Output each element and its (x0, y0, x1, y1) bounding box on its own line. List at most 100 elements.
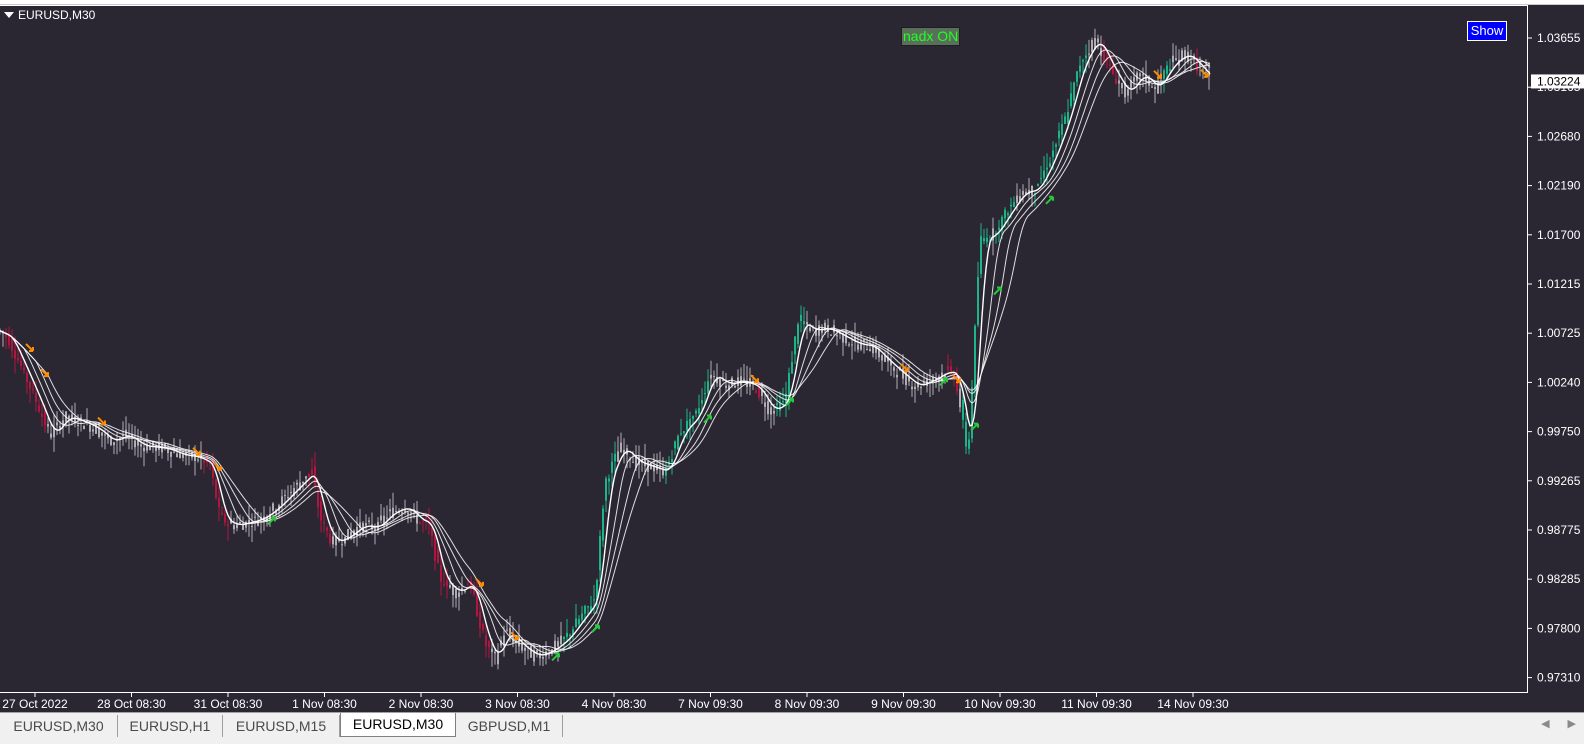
time-tick-label: 8 Nov 09:30 (775, 697, 840, 711)
candle-body (98, 427, 100, 438)
candle-body (605, 478, 607, 501)
candle-body (38, 405, 40, 412)
tab-eurusd-h1[interactable]: EURUSD,H1 (118, 715, 223, 737)
tab-gbpusd-m1[interactable]: GBPUSD,M1 (456, 715, 563, 737)
candle-body (203, 460, 205, 463)
candle-body (695, 410, 697, 414)
candle-body (800, 314, 802, 322)
dropdown-triangle-icon[interactable] (4, 12, 14, 18)
candle-body (134, 440, 136, 448)
tab-eurusd-m30-1[interactable]: EURUSD,M30 (0, 715, 118, 737)
candle-body (281, 496, 283, 506)
chart-symbol-title[interactable]: EURUSD,M30 (4, 8, 95, 22)
candle-body (830, 334, 832, 336)
candle-body (506, 629, 508, 631)
candle-body (1013, 202, 1015, 208)
candle-body (1061, 124, 1063, 135)
candle-body (968, 439, 970, 449)
chart-canvas: 1.036551.031651.026801.021901.017001.012… (0, 28, 1584, 711)
candle-body (962, 400, 964, 420)
candle-body (215, 479, 217, 498)
candle-body (902, 368, 904, 379)
candle-body (20, 360, 22, 366)
candle-body (836, 335, 838, 337)
show-button[interactable]: Show (1467, 21, 1507, 41)
time-tick-label: 27 Oct 2022 (2, 697, 68, 711)
candle-body (221, 512, 223, 515)
up-arrow-icon (703, 414, 712, 424)
candle-body (911, 386, 913, 390)
candle-body (701, 399, 703, 404)
candle-body (680, 433, 682, 435)
candle-body (1052, 150, 1054, 158)
candle-body (671, 459, 673, 463)
time-tick-label: 1 Nov 08:30 (292, 697, 357, 711)
candle-body (770, 407, 772, 415)
candle-body (986, 237, 988, 243)
candle-body (773, 410, 775, 414)
tab-eurusd-m15[interactable]: EURUSD,M15 (223, 715, 340, 737)
candle-body (725, 385, 727, 388)
candle-body (44, 410, 46, 426)
candle-body (449, 585, 451, 588)
signal-arrows (25, 69, 1209, 662)
time-tick-label: 3 Nov 08:30 (485, 697, 550, 711)
candle-body (32, 389, 34, 391)
candle-body (677, 435, 679, 450)
time-tick-label: 4 Nov 08:30 (582, 697, 647, 711)
candle-body (683, 431, 685, 434)
candle-body (1007, 213, 1009, 216)
candle-body (182, 454, 184, 458)
candle-body (227, 524, 229, 527)
price-tick-label: 1.03655 (1537, 31, 1581, 45)
candle-body (56, 422, 58, 426)
candle-body (233, 525, 235, 530)
scroll-left-icon[interactable]: ◀ (1541, 717, 1549, 730)
candle-body (1085, 55, 1087, 58)
candle-body (797, 324, 799, 345)
candle-body (1109, 64, 1111, 66)
candle-body (734, 385, 736, 388)
candle-body (101, 432, 103, 436)
candle-body (980, 236, 982, 274)
candle-body (578, 618, 580, 625)
candle-body (14, 350, 16, 359)
candle-body (599, 536, 601, 571)
ma-line-24 (0, 61, 1211, 650)
candle-body (23, 367, 25, 371)
price-tick-label: 0.97310 (1537, 671, 1581, 685)
candle-body (368, 520, 370, 522)
candle-body (437, 548, 439, 563)
candle-body (236, 524, 238, 529)
candle-body (1055, 144, 1057, 147)
current-price-marker: 1.03224 (1531, 74, 1584, 89)
candle-body (719, 379, 721, 387)
candle-body (569, 634, 571, 636)
candle-body (476, 593, 478, 617)
current-price-label: 1.03224 (1537, 74, 1581, 88)
down-arrow-icon (750, 374, 759, 384)
candle-body (617, 451, 619, 462)
candle-body (950, 366, 952, 372)
candle-body (122, 435, 124, 437)
candle-body (530, 645, 532, 658)
candle-body (947, 366, 949, 370)
candle-body (983, 238, 985, 242)
symbol-title-text: EURUSD,M30 (18, 8, 96, 22)
candle-body (1115, 78, 1117, 84)
time-tick-label: 14 Nov 09:30 (1157, 697, 1229, 711)
candle-body (407, 512, 409, 515)
candle-body (1040, 177, 1042, 179)
candle-body (581, 613, 583, 620)
candle-body (755, 390, 757, 393)
candle-body (1166, 65, 1168, 74)
candle-body (1163, 70, 1165, 79)
candle-body (239, 521, 241, 524)
candle-body (365, 523, 367, 526)
candle-body (461, 588, 463, 590)
scroll-right-icon[interactable]: ▶ (1568, 717, 1576, 730)
tab-eurusd-m30-active[interactable]: EURUSD,M30 (340, 713, 456, 737)
candle-body (743, 378, 745, 380)
candle-body (71, 414, 73, 419)
candle-body (68, 415, 70, 419)
